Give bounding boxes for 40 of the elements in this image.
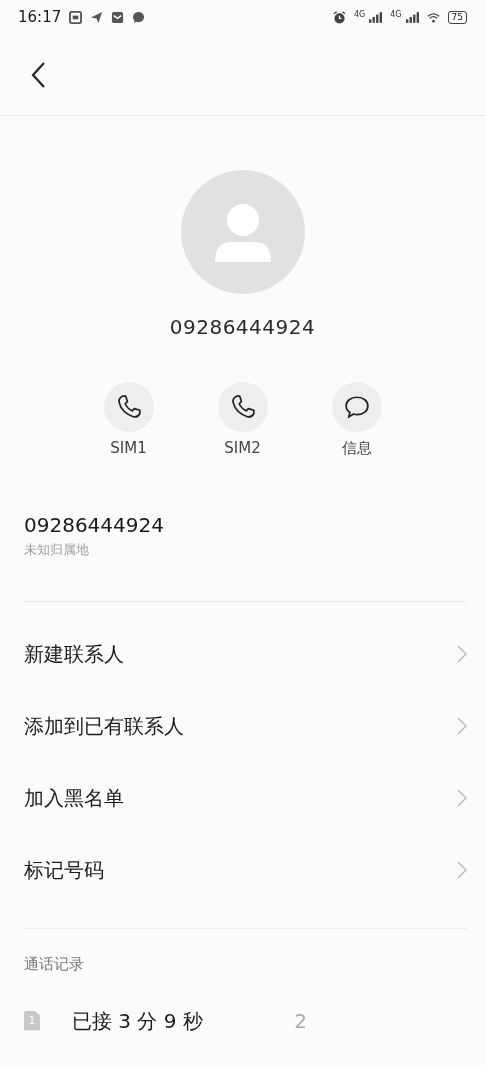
signal-bars-icon (405, 10, 419, 24)
action-label: SIM1 (110, 438, 147, 459)
menu-item[interactable]: 加入黑名单 (0, 762, 485, 834)
call-time: 2 (294, 1007, 307, 1035)
chevron-right-icon (457, 789, 467, 807)
menu-item-label: 添加到已有联系人 (24, 713, 184, 740)
location-label: 未知归属地 (24, 540, 90, 559)
network-type-label: 4G (353, 10, 366, 19)
network-type-label: 4G (390, 10, 402, 19)
chevron-right-icon (457, 717, 467, 735)
battery-level: 75 (447, 10, 467, 24)
chevron-right-icon (457, 645, 467, 663)
chat-bubble-icon (343, 394, 370, 420)
menu-item-label: 加入黑名单 (24, 785, 124, 812)
call-button[interactable] (217, 382, 268, 432)
phone-number: 09286444924 (24, 511, 165, 539)
phone-number: 09286444924 (169, 314, 316, 341)
call-button[interactable] (103, 382, 154, 432)
call-description: 已接 3 分 9 秒 (71, 1007, 204, 1035)
send-icon (90, 10, 104, 24)
action-label: 信息 (341, 438, 372, 459)
alarm-clock-icon (332, 10, 346, 24)
menu-item-label: 新建联系人 (24, 641, 124, 668)
phone-icon (115, 394, 142, 420)
chevron-right-icon (457, 861, 467, 879)
wifi-icon (426, 10, 440, 24)
signal-bars-icon (369, 10, 383, 24)
menu-item[interactable]: 添加到已有联系人 (0, 690, 485, 762)
menu-item[interactable]: 新建联系人 (0, 618, 485, 690)
picture-notification-icon (69, 10, 83, 24)
message-button[interactable] (331, 382, 382, 432)
chat-bubble-icon (132, 10, 146, 24)
clock-time: 16:17 (18, 6, 62, 28)
menu-item[interactable]: 标记号码 (0, 834, 485, 906)
mail-icon (111, 10, 125, 24)
menu-item-label: 标记号码 (24, 857, 104, 884)
action-label: SIM2 (224, 438, 261, 459)
section-title: 通话记录 (23, 954, 85, 975)
phone-icon (229, 394, 256, 420)
person-silhouette-icon (212, 202, 273, 262)
